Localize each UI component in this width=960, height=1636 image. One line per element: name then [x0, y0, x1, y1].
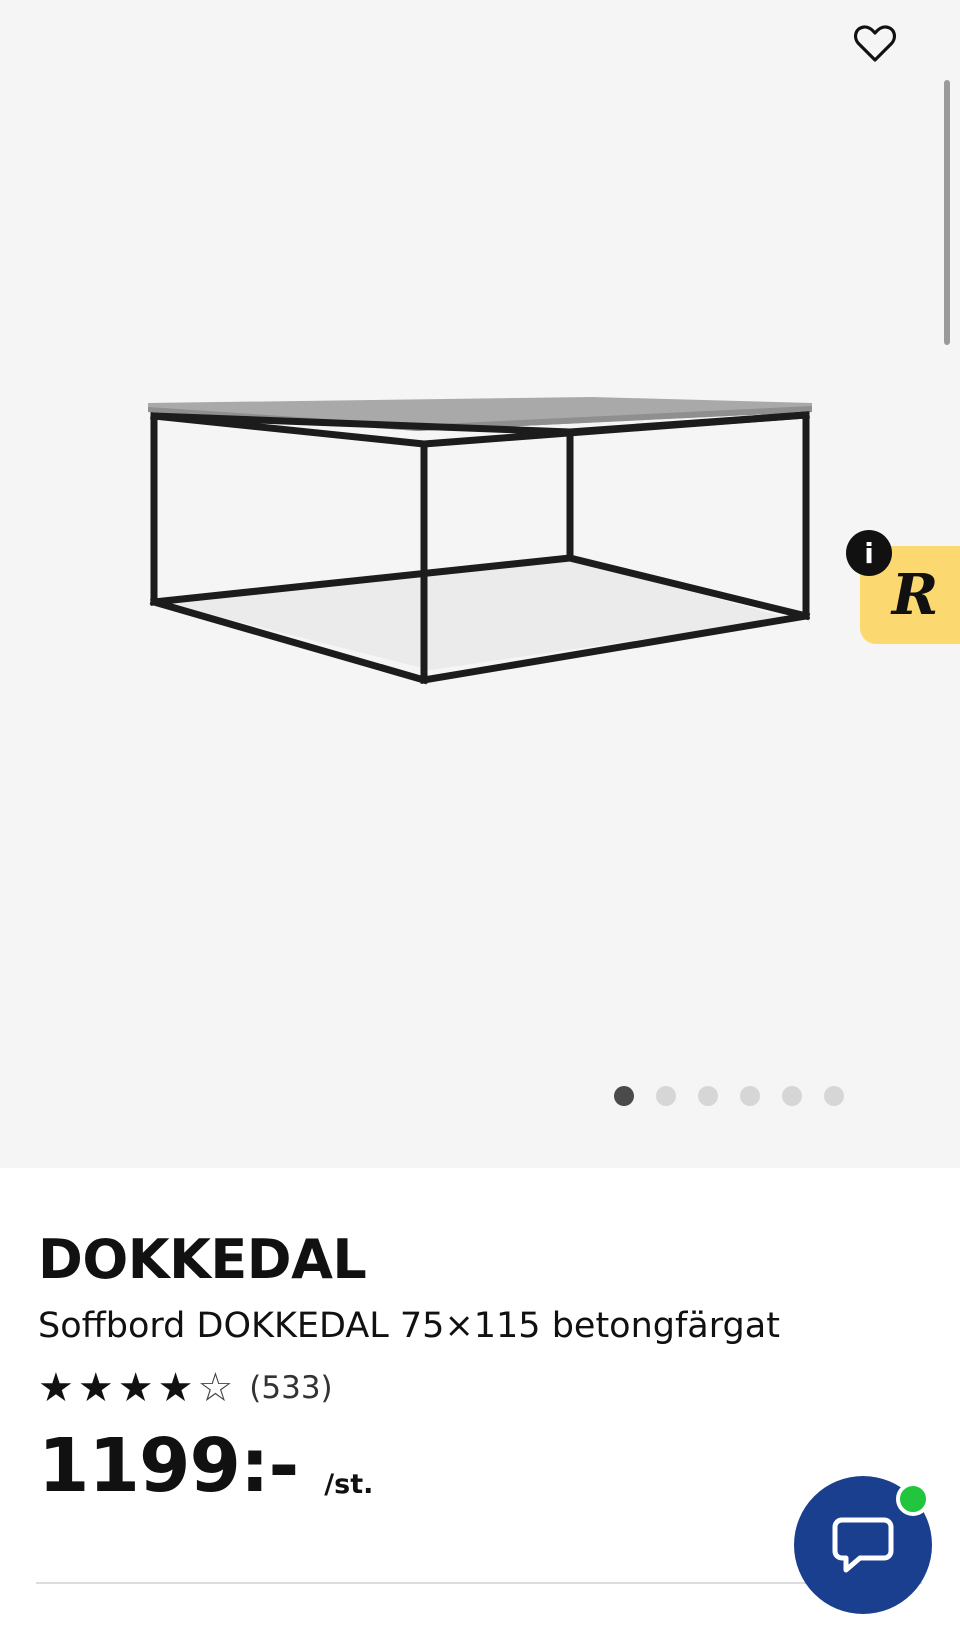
badge-letter: R: [891, 562, 939, 628]
chat-bubble-icon: [832, 1517, 894, 1573]
rating-row[interactable]: ★ ★ ★ ★ ☆ (533): [38, 1368, 918, 1408]
product-image: [148, 397, 812, 685]
star-filled-icon: ★: [117, 1365, 154, 1411]
carousel-dot[interactable]: [782, 1086, 802, 1106]
info-icon[interactable]: i: [846, 530, 892, 576]
product-gallery[interactable]: R i: [0, 0, 960, 1168]
carousel-dot[interactable]: [698, 1086, 718, 1106]
price-row: 1199:- /st.: [38, 1428, 918, 1504]
online-status-dot: [896, 1482, 930, 1516]
star-empty-icon: ☆: [197, 1365, 234, 1411]
rating-stars: ★ ★ ★ ★ ☆: [38, 1368, 233, 1408]
review-count: (533): [249, 1370, 333, 1406]
favorite-button[interactable]: [848, 16, 902, 70]
star-filled-icon: ★: [38, 1365, 74, 1411]
info-label: i: [864, 536, 874, 570]
heart-icon: [853, 25, 897, 62]
divider: [36, 1582, 922, 1584]
product-price: 1199:-: [38, 1423, 299, 1509]
product-info: DOKKEDAL Soffbord DOKKEDAL 75×115 betong…: [38, 1228, 918, 1504]
product-description: Soffbord DOKKEDAL 75×115 betongfärgat: [38, 1306, 780, 1346]
star-filled-icon: ★: [157, 1365, 194, 1411]
carousel-dot[interactable]: [614, 1086, 634, 1106]
product-brand: DOKKEDAL: [38, 1228, 367, 1291]
scrollbar-thumb[interactable]: [944, 80, 950, 345]
carousel-dot[interactable]: [824, 1086, 844, 1106]
carousel-dot[interactable]: [656, 1086, 676, 1106]
carousel-indicators: [614, 1086, 844, 1106]
star-filled-icon: ★: [77, 1365, 114, 1411]
price-unit: /st.: [324, 1469, 374, 1500]
carousel-dot[interactable]: [740, 1086, 760, 1106]
